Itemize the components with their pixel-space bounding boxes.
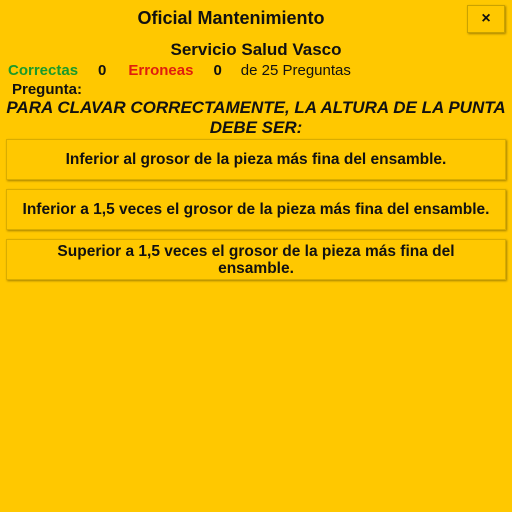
answer-option-3-label: Superior a 1,5 veces el grosor de la pie… <box>57 242 455 277</box>
correct-label: Correctas <box>8 62 79 79</box>
wrong-label: Erroneas <box>128 62 194 79</box>
question-label: Pregunta: <box>12 81 83 98</box>
correct-count: 0 <box>98 62 107 79</box>
answer-option-2[interactable]: Inferior a 1,5 veces el grosor de la pie… <box>6 189 506 230</box>
close-button[interactable]: × <box>467 5 505 33</box>
answer-option-2-label: Inferior a 1,5 veces el grosor de la pie… <box>22 201 490 218</box>
close-icon: × <box>481 10 491 27</box>
wrong-count: 0 <box>213 62 222 79</box>
total-questions: de 25 Preguntas <box>240 62 351 79</box>
exam-subtitle: Servicio Salud Vasco <box>170 40 342 59</box>
answer-option-3[interactable]: Superior a 1,5 veces el grosor de la pie… <box>6 239 506 280</box>
answer-option-1-label: Inferior al grosor de la pieza más fina … <box>65 151 447 168</box>
question-text: PARA CLAVAR CORRECTAMENTE, LA ALTURA DE … <box>6 98 506 137</box>
answer-list: Inferior al grosor de la pieza más fina … <box>6 139 506 289</box>
answer-option-1[interactable]: Inferior al grosor de la pieza más fina … <box>6 139 506 180</box>
app-title: Oficial Mantenimiento <box>137 8 325 28</box>
score-bar: Correctas 0 Erroneas 0 de 25 Preguntas <box>8 62 508 79</box>
